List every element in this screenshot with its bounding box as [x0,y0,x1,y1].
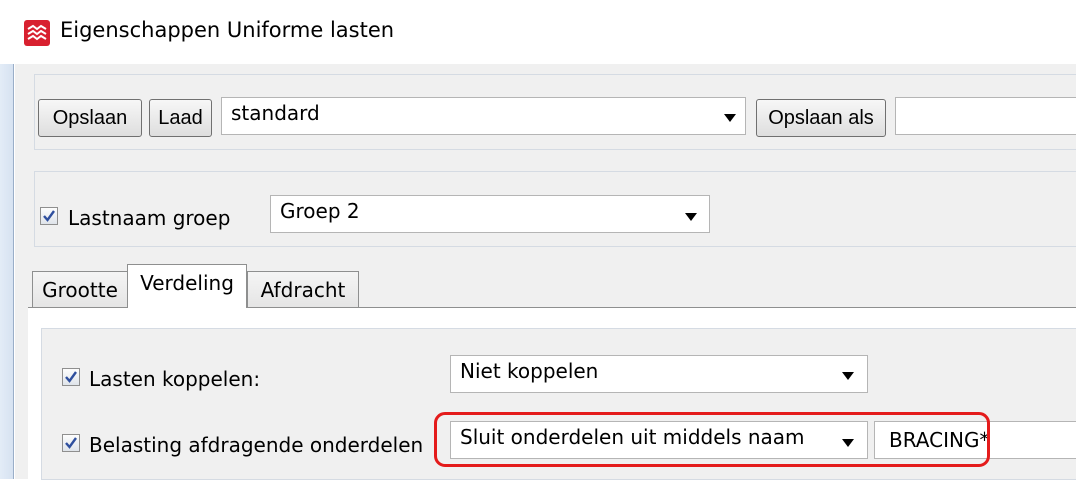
chevron-down-icon[interactable] [685,213,697,221]
checkmark-icon [65,371,77,383]
load-bearing-mode-value: Sluit onderdelen uit middels naam [460,425,805,449]
load-bearing-mode-select[interactable]: Sluit onderdelen uit middels naam [450,421,868,459]
tab-label: Verdeling [140,271,234,295]
couple-loads-select[interactable]: Niet koppelen [450,355,868,393]
load-group-select-value: Groep 2 [280,199,360,223]
dialog-window: Eigenschappen Uniforme lasten Opslaan La… [0,0,1076,480]
couple-loads-checkbox[interactable] [62,368,80,386]
save-as-button[interactable]: Opslaan als [756,99,886,137]
load-group-checkbox[interactable] [40,207,58,225]
load-group-select[interactable]: Groep 2 [270,195,710,233]
load-bearing-parts-checkbox[interactable] [62,434,80,452]
preset-select[interactable]: standard [221,97,746,135]
tab-label: Afdracht [260,278,346,302]
name-filter-input[interactable]: BRACING* [874,421,1076,459]
window-frame-left [0,64,14,479]
checkmark-icon [43,210,55,222]
tab-grootte[interactable]: Grootte [32,271,128,309]
title-bar[interactable]: Eigenschappen Uniforme lasten [0,0,1076,64]
tab-afdracht[interactable]: Afdracht [247,271,359,309]
window-title: Eigenschappen Uniforme lasten [60,18,395,42]
distribution-group: Lasten koppelen: Niet koppelen Belasting… [41,328,1076,480]
tab-label: Grootte [42,278,118,302]
load-button[interactable]: Laad [149,99,212,137]
app-logo-icon [24,20,50,46]
preset-select-value: standard [231,101,320,125]
load-group-label: Lastnaam groep [68,206,231,230]
load-name-group: Lastnaam groep Groep 2 [34,171,1076,247]
save-as-name-input[interactable] [895,97,1076,135]
tab-page-verdeling: Lasten koppelen: Niet koppelen Belasting… [28,307,1076,480]
couple-loads-select-value: Niet koppelen [460,359,599,383]
chevron-down-icon[interactable] [724,114,736,122]
chevron-down-icon[interactable] [842,439,854,447]
chevron-down-icon[interactable] [842,372,854,380]
load-bearing-parts-label: Belasting afdragende onderdelen [89,433,424,457]
name-filter-value: BRACING* [889,428,990,452]
couple-loads-label: Lasten koppelen: [89,367,261,391]
save-load-group: Opslaan Laad standard Opslaan als [34,74,1076,150]
save-button[interactable]: Opslaan [38,99,142,137]
checkmark-icon [65,437,77,449]
tab-verdeling[interactable]: Verdeling [127,264,247,308]
dialog-client-area: Opslaan Laad standard Opslaan als Lastna… [15,64,1076,480]
